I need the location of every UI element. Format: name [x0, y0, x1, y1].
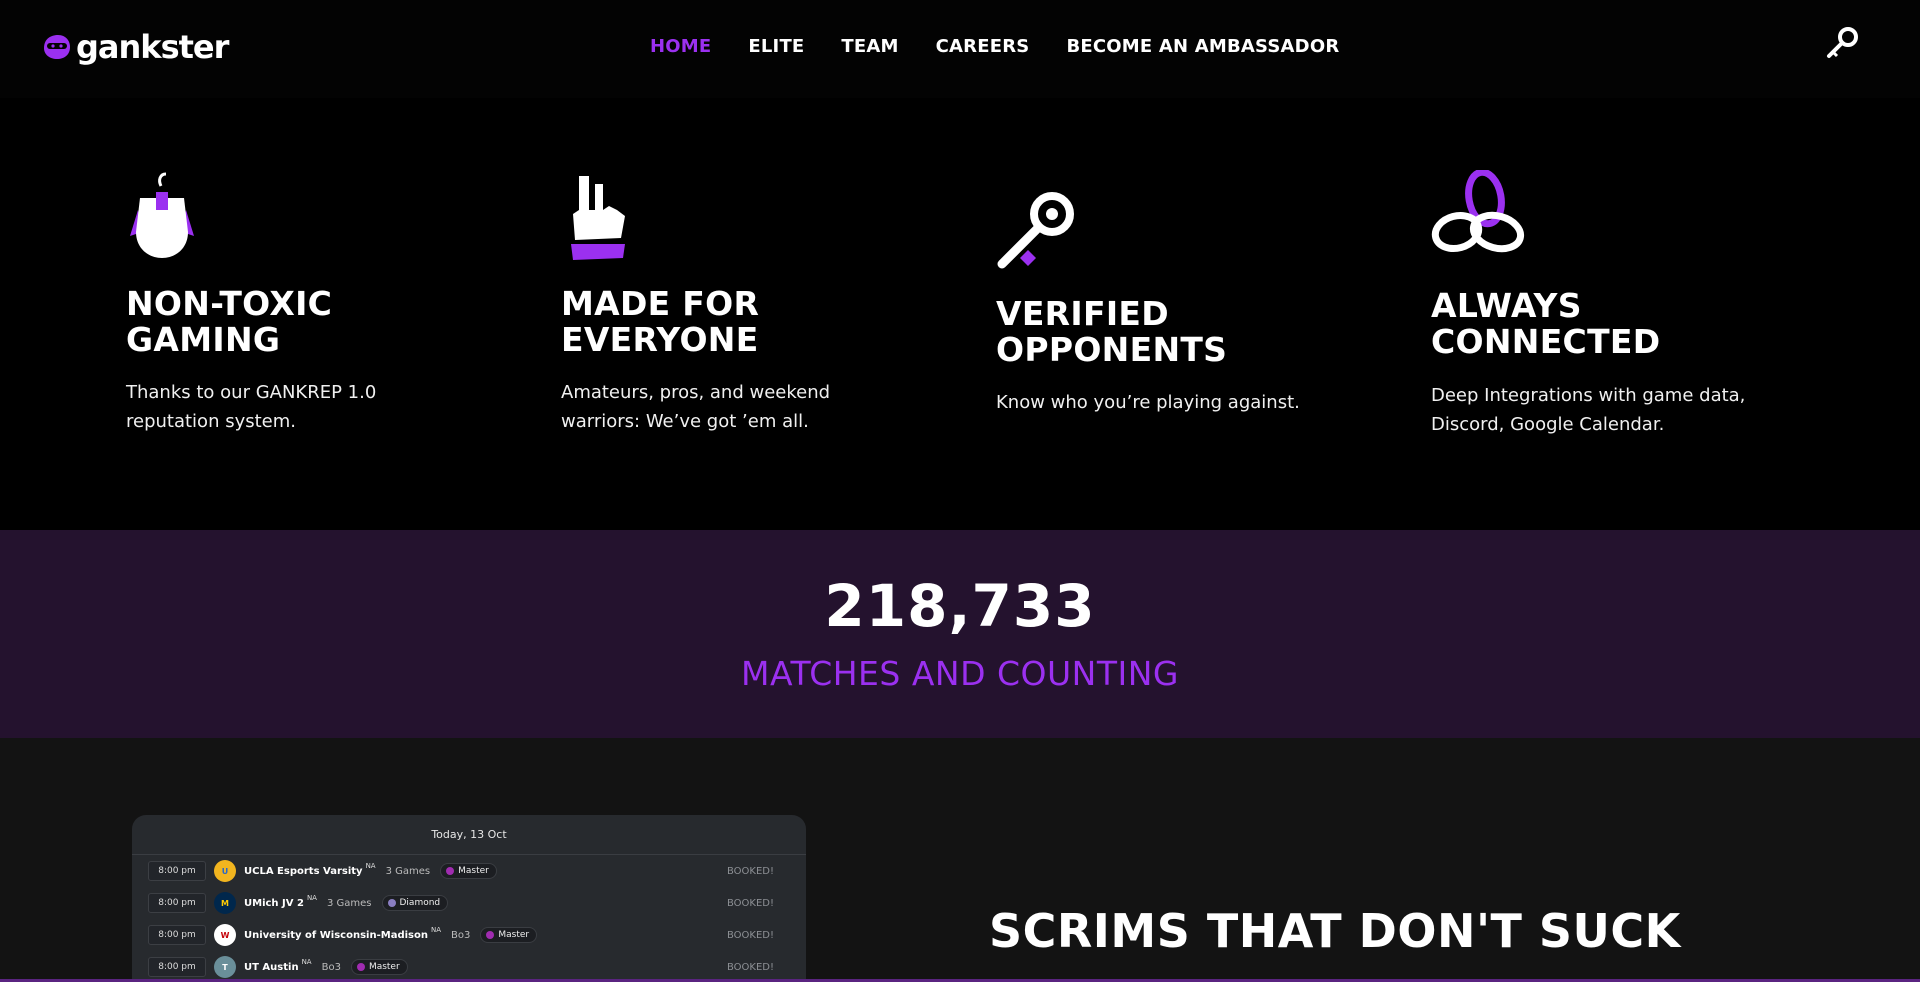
feature-text: Thanks to our GANKREP 1.0 reputation sys…: [126, 382, 377, 432]
rank-label: Master: [368, 962, 400, 972]
brand-name: gankster: [76, 28, 229, 66]
key-icon: [997, 192, 1074, 269]
rank-badge: Master: [440, 863, 497, 879]
scrims-heading-strong: SCRIMS: [989, 904, 1191, 958]
scrims-heading: SCRIMS THAT DON'T SUCK: [989, 904, 1681, 958]
feature-title: ALWAYS CONNECTED: [1431, 286, 1661, 361]
schedule-header: Today, 13 Oct: [132, 815, 806, 855]
team-name: UT Austin: [244, 961, 299, 973]
nav-item-team[interactable]: TEAM: [841, 36, 898, 57]
match-time: 8:00 pm: [148, 957, 206, 977]
team-logo: U: [214, 860, 236, 882]
rank-dot: [446, 867, 455, 875]
team-logo: W: [214, 924, 236, 946]
table-row[interactable]: 8:00 pm W University of Wisconsin-Madiso…: [148, 921, 788, 949]
rank-label: Master: [498, 930, 530, 940]
match-format: 3 Games: [385, 865, 431, 877]
login-button[interactable]: [1824, 26, 1860, 62]
rank-badge: Diamond: [381, 895, 449, 911]
page-root: gankster HOME ELITE TEAM CAREERS BECOME …: [0, 0, 1920, 982]
feature-title: NON-TOXIC GAMING: [126, 284, 333, 359]
features-section: NON-TOXIC GAMING Thanks to our GANKREP 1…: [0, 98, 1920, 530]
team-name: University of Wisconsin-Madison: [244, 929, 428, 941]
feature-title: VERIFIED OPPONENTS: [996, 294, 1228, 369]
team-logo: T: [214, 956, 236, 978]
mouse-icon: [130, 172, 194, 258]
rank-label: Master: [458, 866, 489, 876]
team-name: UCLA Esports Varsity: [244, 865, 363, 877]
feature-text: Deep Integrations with game data, Discor…: [1431, 385, 1746, 435]
match-format: Bo3: [451, 929, 471, 941]
brand-logo[interactable]: gankster: [42, 28, 229, 66]
booking-status: BOOKED!: [726, 865, 774, 877]
key-icon: [1827, 27, 1858, 58]
nav-item-become-ambassador[interactable]: BECOME AN AMBASSADOR: [1066, 36, 1339, 57]
match-count: 218,733: [824, 572, 1096, 640]
schedule-date: Today, 13 Oct: [431, 828, 507, 841]
match-time: 8:00 pm: [148, 861, 206, 881]
match-format: 3 Games: [326, 897, 372, 909]
match-time: 8:00 pm: [148, 925, 206, 945]
nav-item-home[interactable]: HOME: [650, 36, 711, 57]
nav-item-elite[interactable]: ELITE: [748, 36, 804, 57]
team-logo: M: [214, 892, 236, 914]
rank-dot: [356, 963, 365, 971]
booking-status: BOOKED!: [726, 897, 774, 909]
match-stats-banner: 218,733 MATCHES AND COUNTING: [0, 530, 1920, 738]
region-tag: NA: [306, 894, 317, 902]
region-tag: NA: [365, 862, 376, 870]
top-nav: gankster HOME ELITE TEAM CAREERS BECOME …: [0, 0, 1920, 98]
table-row[interactable]: 8:00 pm U UCLA Esports Varsity NA 3 Game…: [148, 857, 788, 885]
table-row[interactable]: 8:00 pm M UMich JV 2 NA 3 Games Diamond …: [148, 889, 788, 917]
region-tag: NA: [430, 926, 441, 934]
table-row[interactable]: 8:00 pm T UT Austin NA Bo3 Master BOOKED…: [148, 953, 788, 981]
ninja-mask-icon: [44, 35, 70, 59]
feature-title: MADE FOR EVERYONE: [561, 284, 760, 359]
nav-item-careers[interactable]: CAREERS: [936, 36, 1030, 57]
rank-dot: [486, 931, 495, 939]
rank-dot: [387, 899, 396, 907]
booking-status: BOOKED!: [726, 961, 774, 973]
feature-text: Amateurs, pros, and weekend warriors: We…: [561, 382, 831, 432]
rank-badge: Master: [480, 927, 538, 943]
team-name: UMich JV 2: [244, 897, 304, 909]
rank-badge: Master: [350, 959, 408, 975]
scrims-section: Today, 13 Oct 8:00 pm U UCLA Esports Var…: [0, 738, 1920, 982]
rank-label: Diamond: [399, 898, 441, 908]
feature-text: Know who you’re playing against.: [996, 392, 1300, 413]
region-tag: NA: [301, 958, 312, 966]
match-time: 8:00 pm: [148, 893, 206, 913]
scrims-heading-rest: THAT DON'T SUCK: [1190, 904, 1681, 958]
match-format: Bo3: [321, 961, 341, 973]
match-count-label: MATCHES AND COUNTING: [740, 654, 1180, 693]
hand-gesture-icon: [571, 176, 625, 260]
interlocked-rings-icon: [1431, 170, 1525, 253]
booking-status: BOOKED!: [726, 929, 774, 941]
schedule-preview: Today, 13 Oct 8:00 pm U UCLA Esports Var…: [132, 815, 806, 982]
main-nav: HOME ELITE TEAM CAREERS BECOME AN AMBASS…: [650, 36, 1339, 57]
